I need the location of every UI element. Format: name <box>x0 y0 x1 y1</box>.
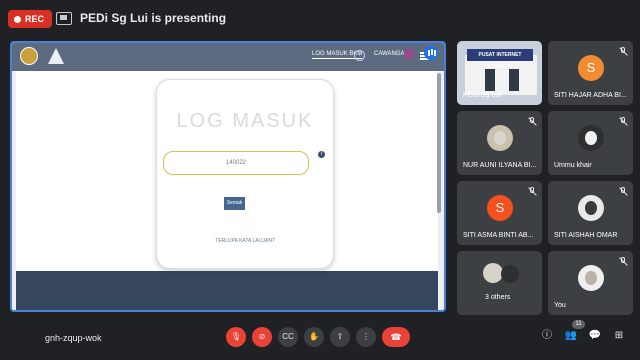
image-icon <box>404 49 414 59</box>
participant-tile[interactable]: 3 others <box>457 251 542 315</box>
avatar <box>578 195 604 221</box>
avatar: S <box>578 55 604 81</box>
presenting-status: PEDi Sg Lui is presenting <box>80 11 227 25</box>
login-title: LOG MASUK <box>176 110 314 132</box>
chat-icon[interactable]: 💬 <box>588 329 602 343</box>
participant-tile[interactable]: SITI AISHAH OMAR <box>548 181 633 245</box>
participant-name: NUR AUNI ILYANA BI... <box>463 162 537 169</box>
website-nav-bar: LOG MASUK BKM ? CAWANGAN <box>12 43 444 71</box>
bottom-control-bar: gnh-zqup-wok 🎙 ⊘ CC ✋ ⇧ ⋮ ☎ ⓘ 👥 11 💬 ⊞ <box>0 318 640 360</box>
leave-call-button[interactable]: ☎ <box>382 327 410 347</box>
participant-tile[interactable]: S SITI HAJAR ADHA BI... <box>548 41 633 105</box>
mic-muted-icon <box>619 257 627 266</box>
mic-muted-icon <box>619 47 627 56</box>
agency-logo-icon <box>48 48 64 64</box>
participant-name: You <box>554 302 566 309</box>
meeting-details-icon[interactable]: ⓘ <box>540 329 554 343</box>
people-icon[interactable]: 👥 <box>564 329 578 343</box>
avatar <box>578 265 604 291</box>
login-card: LOG MASUK 140022 i Semak TERLUPA KATA LA… <box>156 79 334 269</box>
mic-muted-icon <box>619 187 627 196</box>
submit-button[interactable]: Semak <box>224 197 245 210</box>
door-image <box>485 69 495 91</box>
avatar <box>578 125 604 151</box>
participant-count-badge: 11 <box>572 320 585 329</box>
participant-name: SITI ASMA BINTI AB... <box>463 232 534 239</box>
shared-screen: LOG MASUK BKM ? CAWANGAN LOG MASUK 14002… <box>10 41 446 312</box>
audio-level-icon <box>424 46 438 60</box>
participant-tile[interactable]: NUR AUNI ILYANA BI... <box>457 111 542 175</box>
website-footer <box>16 271 438 310</box>
profile-photo <box>585 271 597 285</box>
raise-hand-icon[interactable]: ✋ <box>304 327 324 347</box>
mic-muted-icon <box>619 117 627 126</box>
id-input[interactable]: 140022 <box>163 151 309 175</box>
profile-photo <box>494 131 506 145</box>
top-bar: REC PEDi Sg Lui is presenting <box>0 0 640 38</box>
profile-photo <box>585 131 597 145</box>
building-sign: PUSAT INTERNET KOMUNITI <box>467 49 533 70</box>
mic-muted-icon <box>528 117 536 126</box>
more-options-icon[interactable]: ⋮ <box>356 327 376 347</box>
meeting-code: gnh-zqup-wok <box>45 333 102 343</box>
avatar <box>483 263 503 283</box>
participant-name: SITI AISHAH OMAR <box>554 232 618 239</box>
camera-off-icon[interactable]: ⊘ <box>252 327 272 347</box>
recording-label: REC <box>25 14 45 24</box>
forgot-password-link[interactable]: TERLUPA KATA LALUAN? <box>157 238 333 244</box>
record-dot-icon <box>14 15 21 23</box>
avatar: S <box>487 195 513 221</box>
crest-logo-icon <box>20 47 38 65</box>
recording-badge: REC <box>8 10 53 28</box>
participant-tile[interactable]: S SITI ASMA BINTI AB... <box>457 181 542 245</box>
help-icon[interactable]: ? <box>354 50 365 61</box>
info-icon[interactable]: i <box>318 151 325 158</box>
door-image <box>509 69 519 91</box>
avatar <box>501 265 519 283</box>
participant-tile[interactable]: PUSAT INTERNET KOMUNITI PEDi Sg Lui <box>457 41 542 105</box>
participant-name: Ummu khair <box>554 162 592 169</box>
participant-tile[interactable]: Ummu khair <box>548 111 633 175</box>
activities-icon[interactable]: ⊞ <box>612 329 626 343</box>
mic-off-icon[interactable]: 🎙 <box>226 327 246 347</box>
participant-name: PEDi Sg Lui <box>463 92 501 99</box>
mic-muted-icon <box>528 187 536 196</box>
present-now-icon[interactable]: ⇧ <box>330 327 350 347</box>
captions-icon[interactable]: CC <box>278 327 298 347</box>
profile-photo <box>585 201 597 215</box>
others-count: 3 others <box>485 294 511 301</box>
participant-tile[interactable]: You <box>548 251 633 315</box>
avatar <box>487 125 513 151</box>
present-screen-icon <box>56 12 72 25</box>
participant-name: SITI HAJAR ADHA BI... <box>554 92 627 99</box>
scrollbar[interactable] <box>437 73 441 213</box>
